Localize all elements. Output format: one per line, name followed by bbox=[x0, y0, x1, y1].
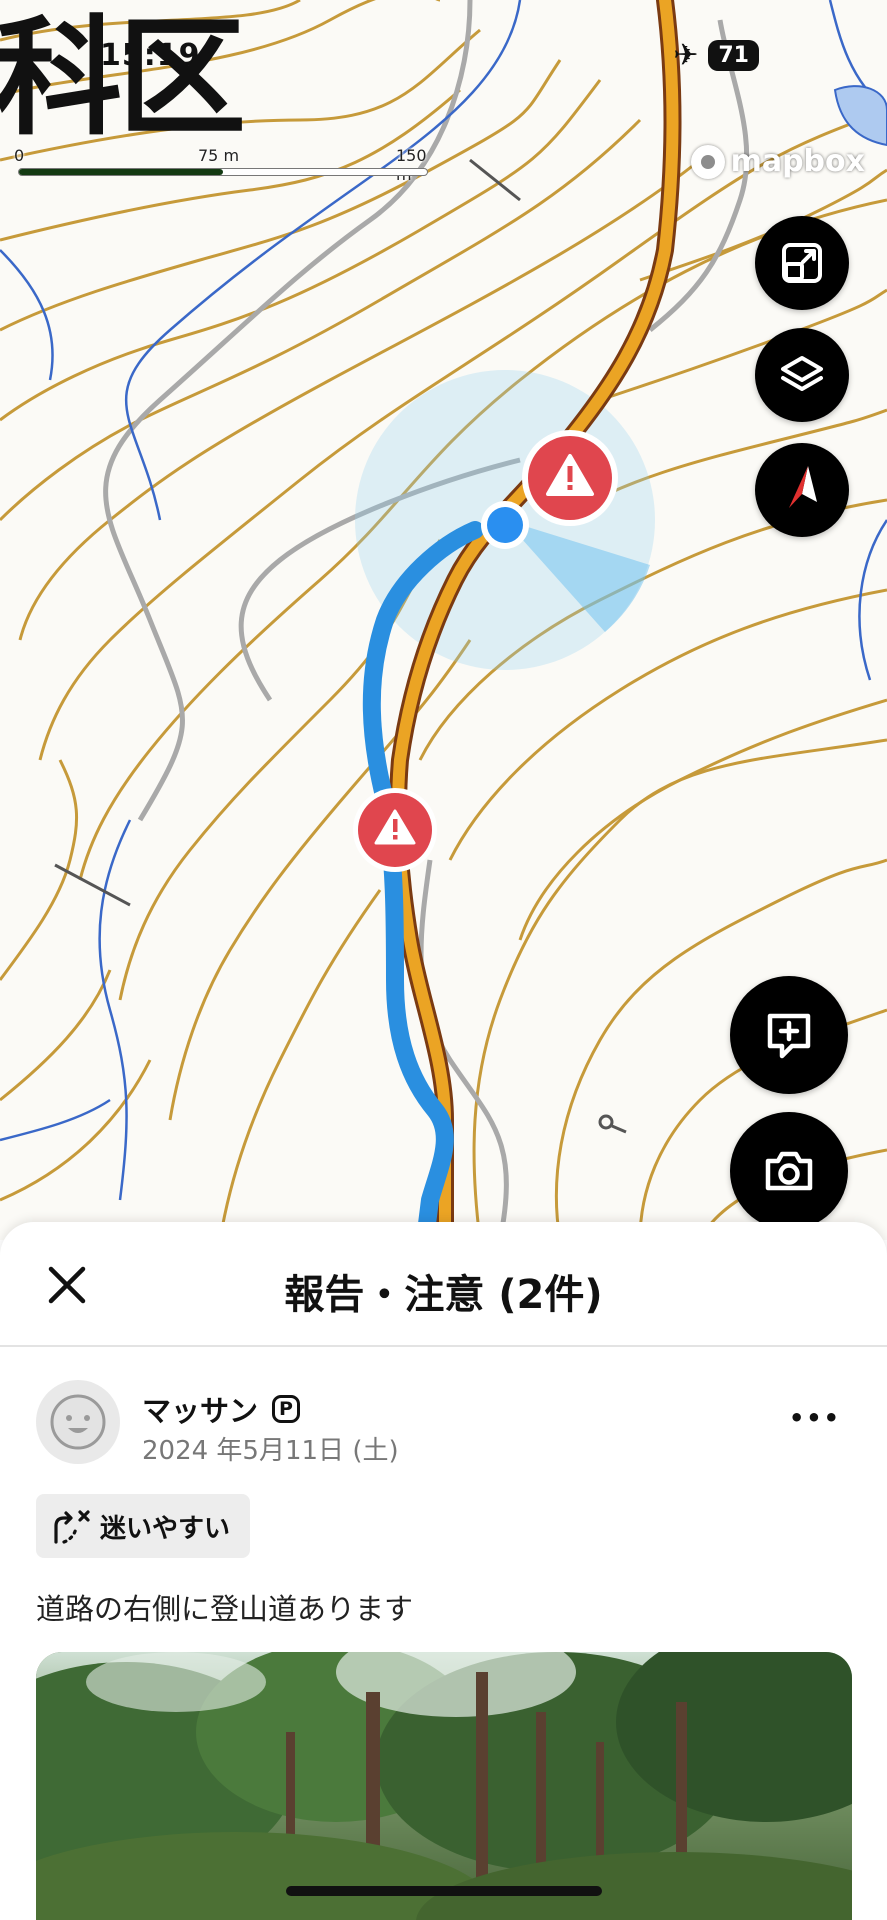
layers-icon bbox=[781, 356, 823, 391]
lost-path-icon bbox=[54, 1510, 90, 1544]
location-dot bbox=[487, 507, 523, 543]
scale-label-150: 150 m bbox=[396, 146, 427, 184]
premium-badge: P bbox=[272, 1395, 301, 1423]
mapbox-logo-icon bbox=[690, 144, 725, 179]
expand-map-button[interactable] bbox=[755, 216, 849, 310]
pond bbox=[833, 85, 887, 147]
airplane-icon: ✈ bbox=[673, 37, 699, 73]
tag-label: 迷いやすい bbox=[100, 1513, 231, 1544]
camera-button[interactable] bbox=[730, 1112, 848, 1230]
camera-icon bbox=[765, 1151, 813, 1191]
add-report-button[interactable] bbox=[730, 976, 848, 1094]
sheet-title: 報告・注意 (2件) bbox=[284, 1272, 603, 1318]
home-indicator[interactable] bbox=[286, 1886, 602, 1896]
map-view[interactable]: 15:19 ✈ 71 科区 0 75 m 150 m mapbox bbox=[0, 0, 887, 1240]
more-options-button[interactable]: ••• bbox=[789, 1404, 841, 1432]
scale-label-75: 75 m bbox=[198, 146, 240, 165]
sheet-header: 報告・注意 (2件) bbox=[0, 1222, 887, 1347]
expand-icon bbox=[782, 243, 822, 283]
compass-button[interactable] bbox=[755, 443, 849, 537]
scale-bar: 0 75 m 150 m bbox=[14, 146, 428, 184]
warning-marker-1 bbox=[522, 430, 618, 526]
mapbox-logo[interactable]: mapbox bbox=[690, 144, 865, 179]
warning-marker-2 bbox=[353, 788, 437, 872]
username[interactable]: マッサン bbox=[142, 1388, 258, 1430]
avatar-face-icon bbox=[50, 1394, 106, 1450]
post-photo[interactable] bbox=[36, 1652, 852, 1920]
post-header: マッサン P 2024 年5月11日 (土) ••• bbox=[36, 1380, 851, 1470]
forest-photo bbox=[36, 1652, 852, 1920]
status-indicators: ✈ 71 bbox=[673, 40, 759, 71]
tag-chip: 迷いやすい bbox=[36, 1494, 251, 1558]
add-report-icon bbox=[767, 1013, 811, 1059]
layers-button[interactable] bbox=[755, 328, 849, 422]
reports-sheet: 報告・注意 (2件) マッサン P 2024 年5月11日 (土) ••• 迷い… bbox=[0, 1222, 887, 1920]
mapbox-logo-text: mapbox bbox=[730, 144, 865, 179]
scale-bar-track bbox=[18, 168, 428, 176]
post-text: 道路の右側に登山道あります bbox=[36, 1592, 414, 1626]
username-row: マッサン P bbox=[142, 1388, 301, 1430]
avatar[interactable] bbox=[36, 1380, 120, 1464]
scale-bar-fill bbox=[19, 169, 223, 175]
post-date: 2024 年5月11日 (土) bbox=[142, 1436, 399, 1466]
scale-label-0: 0 bbox=[14, 146, 25, 165]
compass-icon bbox=[789, 466, 817, 508]
map-pin-symbol bbox=[598, 1114, 627, 1134]
battery-level: 71 bbox=[708, 40, 759, 71]
map-place-label: 科区 bbox=[0, 3, 246, 153]
